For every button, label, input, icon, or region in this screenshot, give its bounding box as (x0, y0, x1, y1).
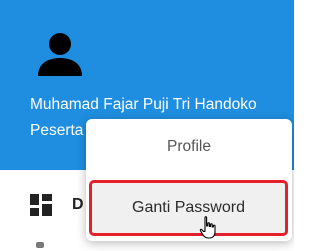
hand-pointer-icon (199, 216, 219, 240)
menu-item-profile[interactable]: Profile (86, 119, 292, 175)
user-name: Muhamad Fajar Puji Tri Handoko (30, 96, 257, 113)
user-role: Peserta (30, 122, 84, 139)
dashboard-icon (30, 194, 52, 216)
page: Muhamad Fajar Puji Tri Handoko Peserta D… (0, 0, 294, 251)
sidebar-item-label: D (72, 196, 84, 213)
menu-item-ganti-password[interactable]: Ganti Password (89, 180, 288, 236)
menu-item-icon (36, 242, 44, 248)
user-dropdown-menu: Profile Ganti Password (86, 119, 292, 241)
person-icon (36, 30, 84, 78)
